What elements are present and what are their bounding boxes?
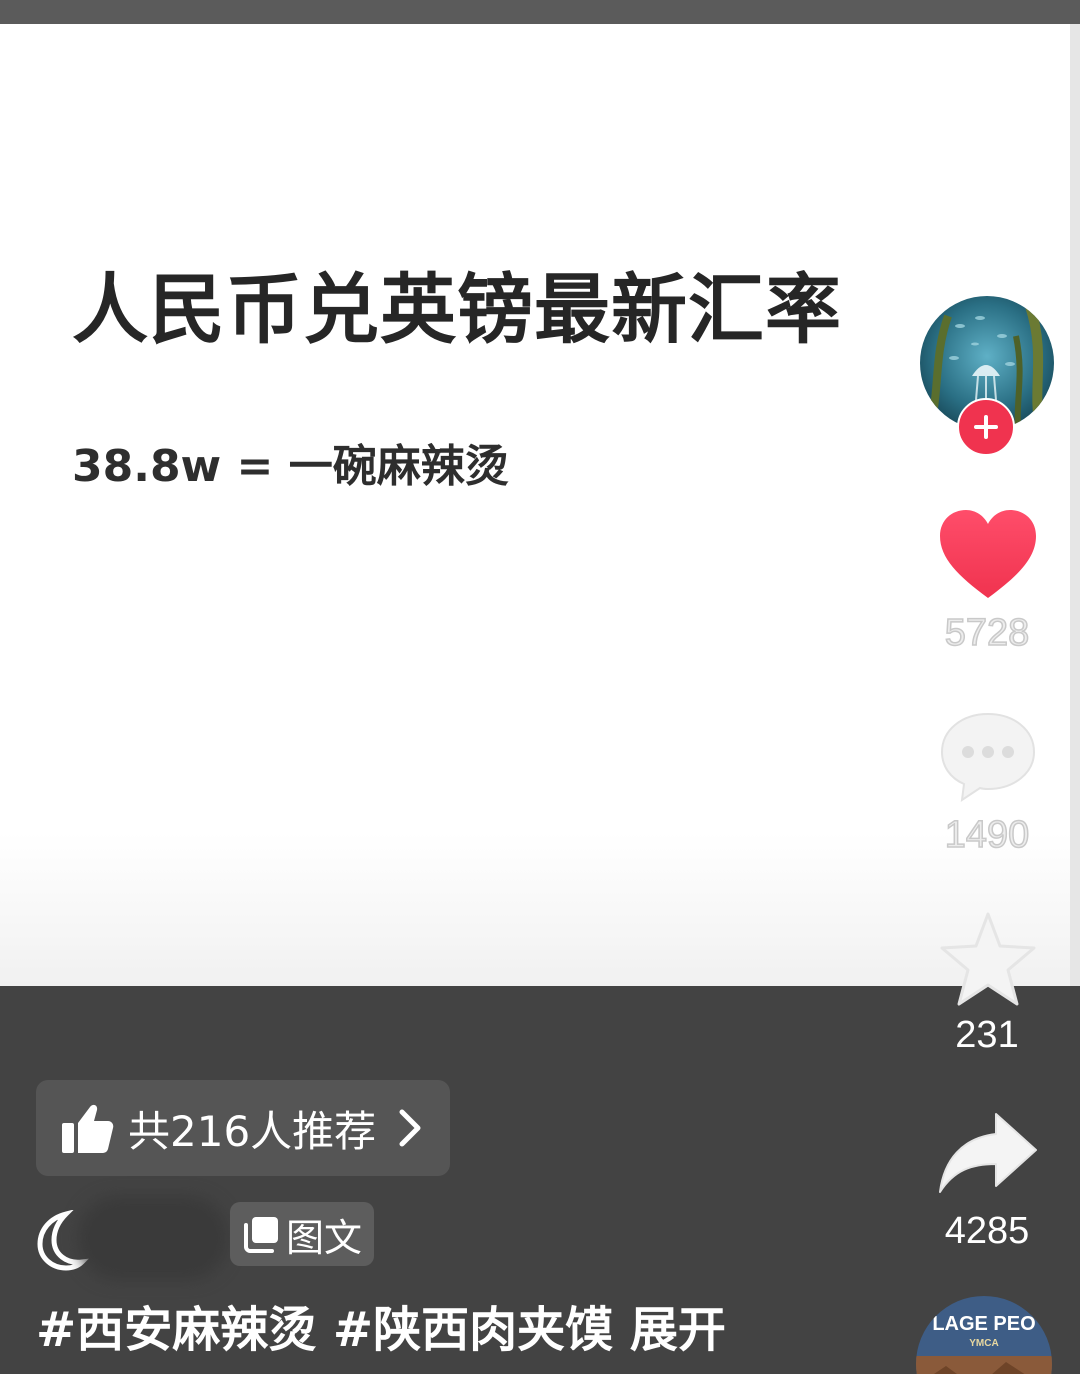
comment-count: 1490 bbox=[944, 813, 1030, 857]
follow-plus-button[interactable] bbox=[957, 398, 1015, 456]
chevron-right-icon bbox=[399, 1109, 421, 1147]
top-status-strip bbox=[0, 0, 1080, 24]
post-image-area[interactable] bbox=[0, 24, 1080, 986]
share-button[interactable] bbox=[936, 1108, 1040, 1200]
thumbs-up-icon bbox=[62, 1104, 114, 1153]
image-text-icon bbox=[244, 1217, 278, 1253]
video-post-screen: 人民币兑英镑最新汇率 38.8w = 一碗麻辣烫 5728 1490 231 4… bbox=[0, 0, 1080, 1374]
heart-icon bbox=[940, 510, 1036, 598]
like-button[interactable] bbox=[938, 506, 1038, 602]
recommend-chip[interactable]: 共216人推荐 bbox=[36, 1080, 450, 1176]
star-icon bbox=[940, 912, 1036, 1006]
like-count: 5728 bbox=[944, 611, 1030, 655]
share-icon bbox=[939, 1113, 1037, 1193]
recommend-label: 共216人推荐 bbox=[128, 1106, 377, 1156]
plus-icon bbox=[974, 415, 998, 439]
music-cover-title: LAGE PEO bbox=[932, 1313, 1035, 1335]
favorite-button[interactable] bbox=[936, 910, 1040, 1010]
post-title: 人民币兑英镑最新汇率 bbox=[72, 265, 842, 354]
post-subtitle: 38.8w = 一碗麻辣烫 bbox=[72, 441, 509, 492]
content-edge bbox=[1070, 24, 1080, 986]
share-count: 4285 bbox=[944, 1210, 1030, 1252]
caption-hashtags[interactable]: #西安麻辣烫 #陕西肉夹馍 展开 bbox=[36, 1290, 726, 1360]
image-text-label: 图文 bbox=[286, 1215, 363, 1260]
comment-button[interactable] bbox=[938, 708, 1038, 804]
music-cover-subtitle: YMCA bbox=[969, 1338, 998, 1349]
author-name-blurred[interactable] bbox=[78, 1196, 228, 1280]
image-text-tag: 图文 bbox=[230, 1202, 374, 1266]
comment-icon bbox=[940, 712, 1036, 803]
favorite-count: 231 bbox=[955, 1014, 1019, 1056]
